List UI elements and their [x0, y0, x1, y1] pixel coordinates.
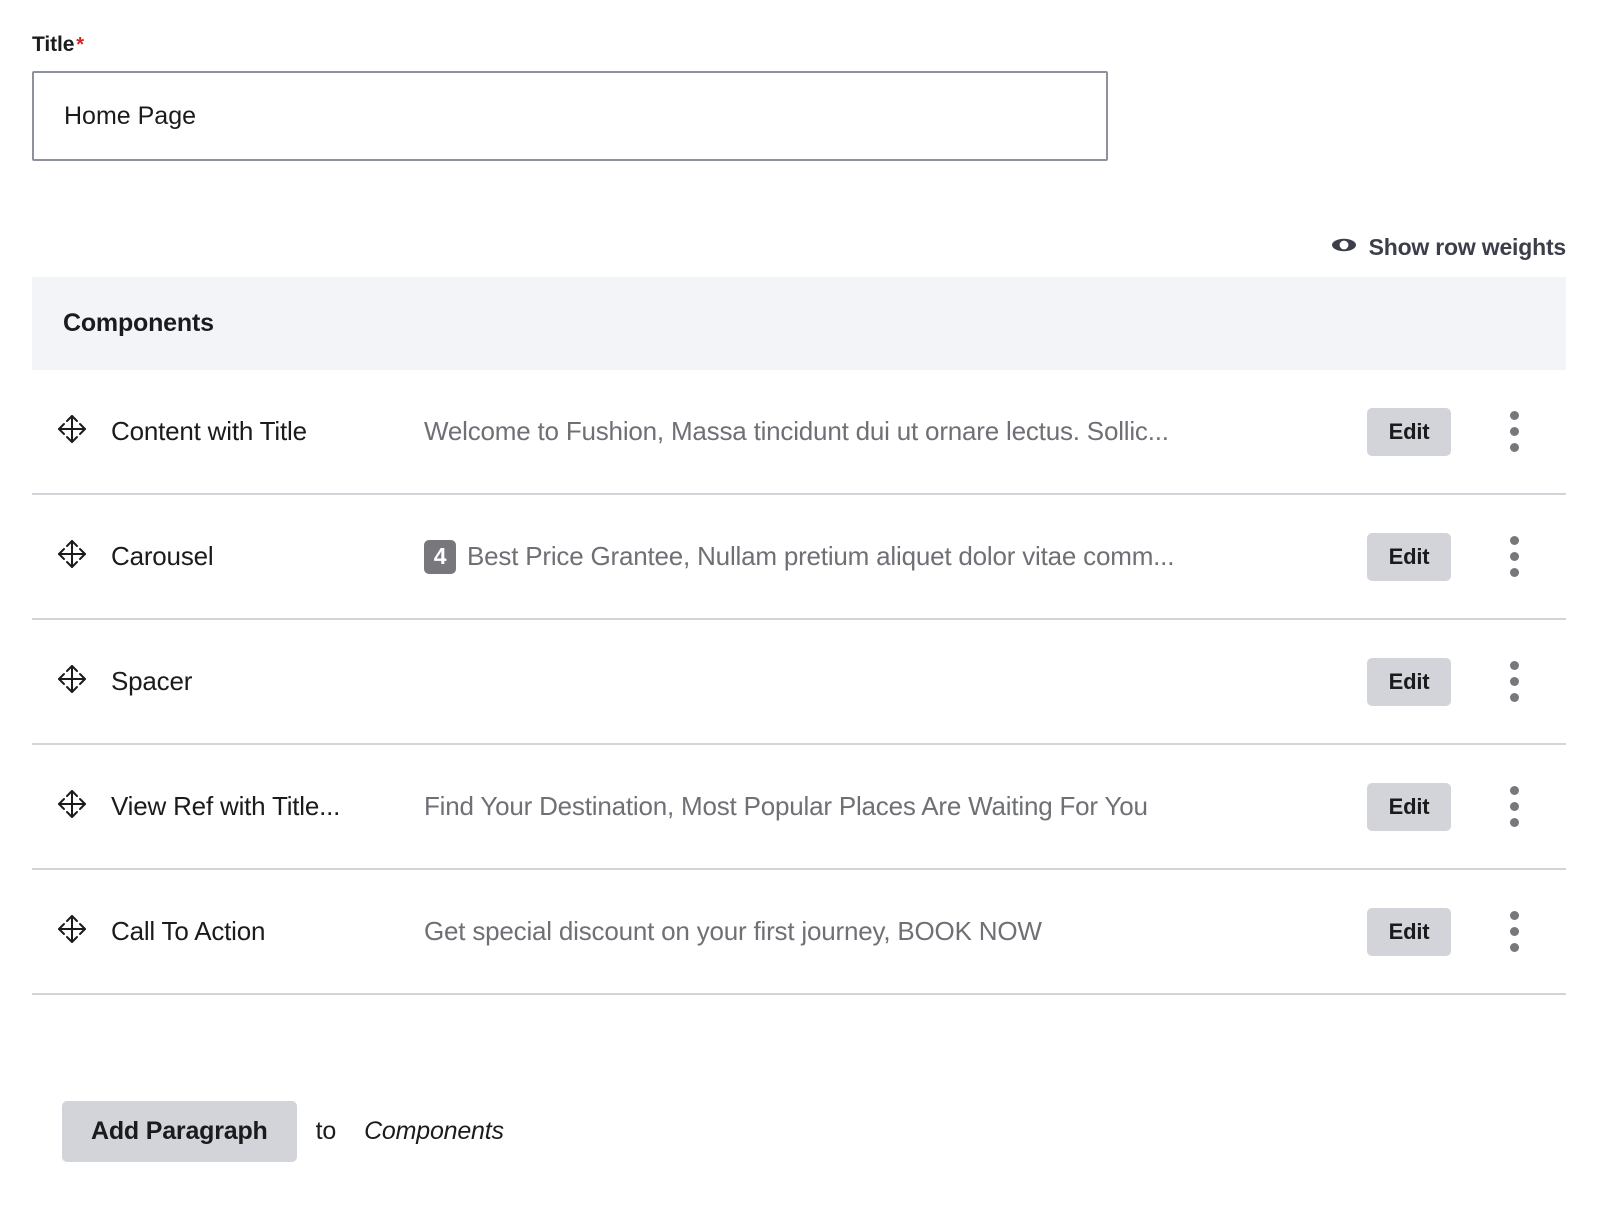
drag-move-icon — [55, 912, 89, 951]
edit-button[interactable]: Edit — [1367, 783, 1452, 831]
table-row: Content with TitleWelcome to Fushion, Ma… — [32, 370, 1566, 495]
paragraph-type-label: Call To Action — [111, 916, 424, 947]
paragraph-summary-text: Find Your Destination, Most Popular Plac… — [424, 791, 1148, 822]
drag-handle[interactable] — [32, 662, 111, 701]
paragraph-components-form: Title* Show row weights Components Conte… — [0, 0, 1598, 1222]
edit-cell: Edit — [1356, 783, 1462, 831]
paragraph-summary-text: Get special discount on your first journ… — [424, 916, 1042, 947]
add-paragraph-area: Add Paragraph to Components — [62, 1101, 504, 1162]
table-row: Call To ActionGet special discount on yo… — [32, 870, 1566, 995]
required-marker: * — [76, 34, 84, 56]
edit-cell: Edit — [1356, 658, 1462, 706]
drag-handle[interactable] — [32, 787, 111, 826]
vertical-dots-icon — [1510, 786, 1519, 827]
paragraph-summary-text: Best Price Grantee, Nullam pretium aliqu… — [467, 541, 1174, 572]
vertical-dots-icon — [1510, 661, 1519, 702]
edit-button[interactable]: Edit — [1367, 908, 1452, 956]
table-row: View Ref with Title...Find Your Destinat… — [32, 745, 1566, 870]
vertical-dots-icon — [1510, 911, 1519, 952]
title-form-item: Title* — [32, 32, 1108, 161]
drag-move-icon — [55, 787, 89, 826]
title-label: Title* — [32, 32, 1108, 58]
paragraph-type-label: Carousel — [111, 541, 424, 572]
drag-handle[interactable] — [32, 537, 111, 576]
drag-move-icon — [55, 662, 89, 701]
edit-cell: Edit — [1356, 533, 1462, 581]
components-table: Components Content with TitleWelcome to … — [32, 277, 1566, 995]
title-label-text: Title — [32, 33, 74, 56]
row-actions-menu-button[interactable] — [1462, 536, 1566, 577]
drag-move-icon — [55, 412, 89, 451]
components-column-header: Components — [63, 309, 214, 338]
drag-handle[interactable] — [32, 412, 111, 451]
paragraph-summary: Find Your Destination, Most Popular Plac… — [424, 791, 1356, 822]
drag-handle[interactable] — [32, 912, 111, 951]
paragraph-summary-text: Welcome to Fushion, Massa tincidunt dui … — [424, 416, 1169, 447]
paragraph-type-label: Spacer — [111, 666, 424, 697]
edit-button[interactable]: Edit — [1367, 408, 1452, 456]
eye-icon — [1331, 236, 1357, 259]
paragraph-type-label: Content with Title — [111, 416, 424, 447]
vertical-dots-icon — [1510, 536, 1519, 577]
item-count-badge: 4 — [424, 540, 456, 574]
show-row-weights-link[interactable]: Show row weights — [1331, 234, 1566, 261]
edit-button[interactable]: Edit — [1367, 533, 1452, 581]
paragraph-summary: 4 Best Price Grantee, Nullam pretium aliq… — [424, 540, 1356, 574]
row-actions-menu-button[interactable] — [1462, 661, 1566, 702]
components-table-header: Components — [32, 277, 1566, 370]
edit-cell: Edit — [1356, 408, 1462, 456]
vertical-dots-icon — [1510, 411, 1519, 452]
add-target-label: Components — [364, 1117, 504, 1146]
row-actions-menu-button[interactable] — [1462, 786, 1566, 827]
paragraph-summary: Get special discount on your first journ… — [424, 916, 1356, 947]
row-actions-menu-button[interactable] — [1462, 411, 1566, 452]
paragraph-type-label: View Ref with Title... — [111, 791, 424, 822]
edit-button[interactable]: Edit — [1367, 658, 1452, 706]
row-actions-menu-button[interactable] — [1462, 911, 1566, 952]
show-row-weights-label: Show row weights — [1369, 234, 1566, 261]
title-input[interactable] — [32, 71, 1108, 161]
edit-cell: Edit — [1356, 908, 1462, 956]
paragraph-summary: Welcome to Fushion, Massa tincidunt dui … — [424, 416, 1356, 447]
drag-move-icon — [55, 537, 89, 576]
components-rows: Content with TitleWelcome to Fushion, Ma… — [32, 370, 1566, 995]
table-row: Carousel4 Best Price Grantee, Nullam pret… — [32, 495, 1566, 620]
add-paragraph-button[interactable]: Add Paragraph — [62, 1101, 297, 1162]
add-to-label: to — [316, 1117, 336, 1146]
table-row: Spacer Edit — [32, 620, 1566, 745]
